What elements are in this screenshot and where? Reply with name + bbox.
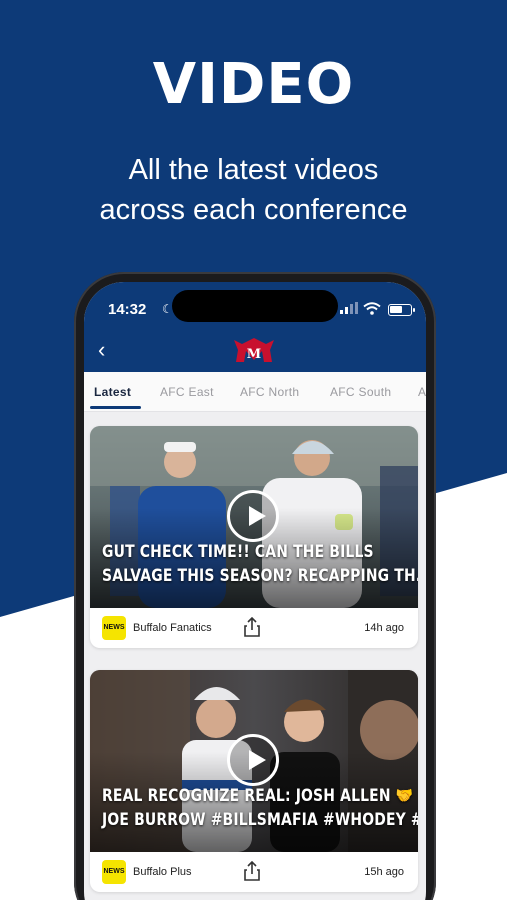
share-icon[interactable] — [244, 861, 260, 881]
video-title-line1: REAL RECOGNIZE REAL: JOSH ALLEN 🤝 — [102, 786, 414, 806]
battery-icon — [388, 304, 415, 316]
news-source-icon: NEWS — [102, 860, 126, 884]
phone-frame: 14:32 ☾ ‹ M Latest AFC East AFC North AF… — [74, 272, 436, 900]
promo-subtitle-line2: across each conference — [99, 194, 408, 226]
video-time-ago: 14h ago — [364, 622, 404, 634]
status-bar: 14:32 ☾ — [84, 282, 426, 330]
play-button[interactable] — [227, 734, 279, 786]
video-title-line1: GUT CHECK TIME!! CAN THE BILLS — [102, 542, 374, 562]
tab-afc-east[interactable]: AFC East — [160, 385, 214, 399]
promo-subtitle: All the latest videos across each confer… — [0, 150, 507, 230]
video-source: Buffalo Fanatics — [133, 622, 212, 634]
tab-next-partial[interactable]: A — [418, 385, 426, 399]
dynamic-island — [172, 290, 338, 322]
phone-screen: 14:32 ☾ ‹ M Latest AFC East AFC North AF… — [84, 282, 426, 900]
signal-icon — [340, 302, 358, 314]
video-source: Buffalo Plus — [133, 866, 192, 878]
tab-afc-south[interactable]: AFC South — [330, 385, 391, 399]
app-header: ‹ M — [84, 330, 426, 372]
wifi-icon — [363, 302, 381, 315]
share-icon[interactable] — [244, 617, 260, 637]
video-title-line2: SALVAGE THIS SEASON? RECAPPING TH... — [102, 566, 418, 586]
tab-latest[interactable]: Latest — [94, 385, 131, 399]
promo-title: VIDEO — [152, 52, 355, 117]
svg-text:M: M — [247, 347, 261, 362]
video-thumbnail[interactable]: REAL RECOGNIZE REAL: JOSH ALLEN 🤝 JOE BU… — [90, 670, 418, 852]
status-time: 14:32 — [108, 301, 147, 318]
video-title: GUT CHECK TIME!! CAN THE BILLS SALVAGE T… — [102, 540, 418, 588]
tab-afc-north[interactable]: AFC North — [240, 385, 299, 399]
video-time-ago: 15h ago — [364, 866, 404, 878]
conference-tabs: Latest AFC East AFC North AFC South A — [84, 372, 426, 412]
active-tab-indicator — [90, 406, 141, 409]
news-source-icon: NEWS — [102, 616, 126, 640]
back-chevron-icon[interactable]: ‹ — [98, 339, 118, 363]
video-card-footer: NEWS Buffalo Fanatics 14h ago — [90, 608, 418, 648]
play-button[interactable] — [227, 490, 279, 542]
video-thumbnail[interactable]: GUT CHECK TIME!! CAN THE BILLS SALVAGE T… — [90, 426, 418, 608]
app-logo: M — [234, 338, 274, 362]
video-card-footer: NEWS Buffalo Plus 15h ago — [90, 852, 418, 892]
promo-subtitle-line1: All the latest videos — [128, 154, 379, 186]
video-card[interactable]: REAL RECOGNIZE REAL: JOSH ALLEN 🤝 JOE BU… — [90, 670, 418, 892]
video-title: REAL RECOGNIZE REAL: JOSH ALLEN 🤝 JOE BU… — [102, 784, 418, 832]
video-card[interactable]: GUT CHECK TIME!! CAN THE BILLS SALVAGE T… — [90, 426, 418, 648]
video-title-line2: JOE BURROW #BILLSMAFIA #WHODEY #... — [102, 810, 418, 830]
